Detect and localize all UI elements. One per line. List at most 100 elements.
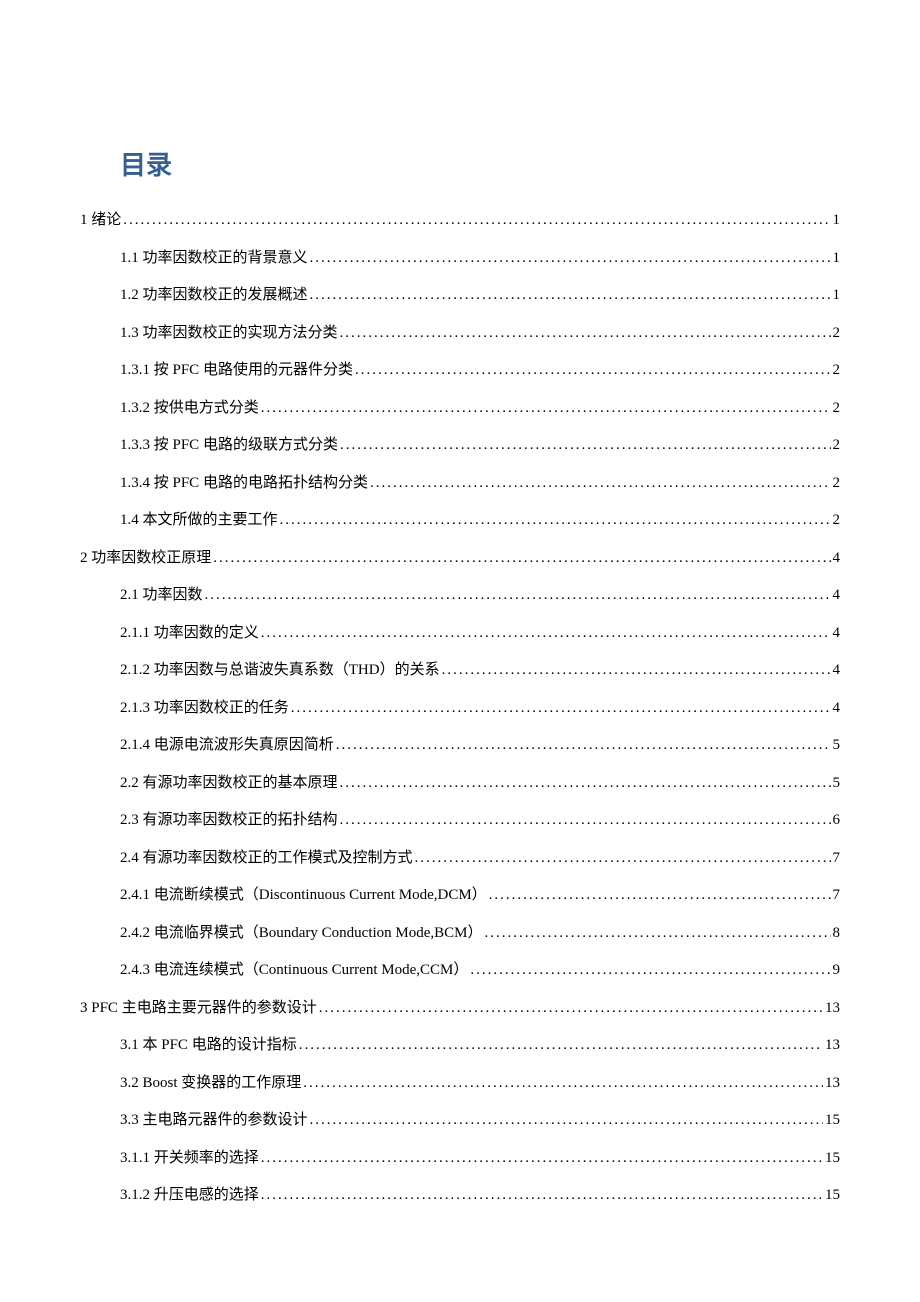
toc-entry[interactable]: 1.3.1 按 PFC 电路使用的元器件分类 2 xyxy=(80,360,840,381)
toc-list: 1 绪论 1 1.1 功率因数校正的背景意义 1 1.2 功率因数校正的发展概述 1 1.3… xyxy=(80,210,840,1206)
toc-entry[interactable]: 3.1.2 升压电感的选择 15 xyxy=(80,1185,840,1206)
toc-entry[interactable]: 2.4.1 电流断续模式（Discontinuous Current Mode,… xyxy=(80,885,840,906)
toc-leader-dots xyxy=(123,210,830,231)
toc-entry-page: 1 xyxy=(833,248,841,269)
toc-entry-text: 3.1 本 PFC 电路的设计指标 xyxy=(120,1035,297,1056)
toc-entry-page: 7 xyxy=(833,885,841,906)
toc-entry-text: 3.1.1 开关频率的选择 xyxy=(120,1148,259,1169)
toc-leader-dots xyxy=(470,960,830,981)
toc-entry-text: 2.1.4 电源电流波形失真原因简析 xyxy=(120,735,334,756)
toc-entry-page: 4 xyxy=(833,623,841,644)
toc-entry-page: 2 xyxy=(833,473,841,494)
toc-leader-dots xyxy=(370,473,831,494)
toc-entry-page: 1 xyxy=(833,285,841,306)
toc-entry-text: 1.3.2 按供电方式分类 xyxy=(120,398,259,419)
toc-leader-dots xyxy=(299,1035,823,1056)
toc-entry-page: 15 xyxy=(825,1110,840,1131)
toc-entry-page: 15 xyxy=(825,1148,840,1169)
toc-entry[interactable]: 2 功率因数校正原理4 xyxy=(80,548,840,569)
toc-entry[interactable]: 2.1.1 功率因数的定义 4 xyxy=(80,623,840,644)
toc-entry[interactable]: 2.1 功率因数 4 xyxy=(80,585,840,606)
toc-leader-dots xyxy=(291,698,831,719)
toc-leader-dots xyxy=(310,1110,823,1131)
toc-entry-page: 4 xyxy=(833,548,841,569)
toc-entry-text: 2.1 功率因数 xyxy=(120,585,203,606)
toc-leader-dots xyxy=(355,360,831,381)
toc-leader-dots xyxy=(310,285,831,306)
toc-entry[interactable]: 1.1 功率因数校正的背景意义 1 xyxy=(80,248,840,269)
toc-leader-dots xyxy=(340,773,831,794)
toc-leader-dots xyxy=(261,1185,823,1206)
toc-entry[interactable]: 3.3 主电路元器件的参数设计 15 xyxy=(80,1110,840,1131)
toc-leader-dots xyxy=(303,1073,823,1094)
toc-leader-dots xyxy=(340,435,831,456)
toc-entry-page: 13 xyxy=(825,1073,840,1094)
toc-entry-text: 1.1 功率因数校正的背景意义 xyxy=(120,248,308,269)
toc-entry-page: 8 xyxy=(833,923,841,944)
toc-entry[interactable]: 3.1.1 开关频率的选择 15 xyxy=(80,1148,840,1169)
toc-entry-page: 1 xyxy=(833,210,841,231)
toc-entry-text: 1.2 功率因数校正的发展概述 xyxy=(120,285,308,306)
toc-entry-text: 1.3.1 按 PFC 电路使用的元器件分类 xyxy=(120,360,353,381)
toc-entry-text: 1.3.3 按 PFC 电路的级联方式分类 xyxy=(120,435,338,456)
toc-entry-page: 15 xyxy=(825,1185,840,1206)
toc-entry-page: 2 xyxy=(833,360,841,381)
toc-entry-text: 2.3 有源功率因数校正的拓扑结构 xyxy=(120,810,338,831)
toc-entry-text: 1.4 本文所做的主要工作 xyxy=(120,510,278,531)
toc-entry[interactable]: 2.2 有源功率因数校正的基本原理 5 xyxy=(80,773,840,794)
toc-entry-text: 1.3.4 按 PFC 电路的电路拓扑结构分类 xyxy=(120,473,368,494)
toc-leader-dots xyxy=(489,885,831,906)
toc-leader-dots xyxy=(485,923,831,944)
toc-entry-text: 2.4 有源功率因数校正的工作模式及控制方式 xyxy=(120,848,413,869)
toc-entry-text: 3.1.2 升压电感的选择 xyxy=(120,1185,259,1206)
toc-entry[interactable]: 1.3.3 按 PFC 电路的级联方式分类 2 xyxy=(80,435,840,456)
toc-leader-dots xyxy=(319,998,823,1019)
toc-entry[interactable]: 1.2 功率因数校正的发展概述 1 xyxy=(80,285,840,306)
toc-entry[interactable]: 2.1.2 功率因数与总谐波失真系数（THD）的关系4 xyxy=(80,660,840,681)
toc-leader-dots xyxy=(261,1148,823,1169)
toc-entry-page: 13 xyxy=(825,1035,840,1056)
toc-entry-text: 2.4.3 电流连续模式（Continuous Current Mode,CCM… xyxy=(120,960,468,981)
toc-entry-text: 3.3 主电路元器件的参数设计 xyxy=(120,1110,308,1131)
toc-entry-text: 2.2 有源功率因数校正的基本原理 xyxy=(120,773,338,794)
toc-entry-page: 2 xyxy=(833,435,841,456)
toc-entry[interactable]: 2.4.2 电流临界模式（Boundary Conduction Mode,BC… xyxy=(80,923,840,944)
toc-leader-dots xyxy=(340,810,831,831)
toc-leader-dots xyxy=(415,848,831,869)
toc-leader-dots xyxy=(340,323,831,344)
toc-entry-page: 2 xyxy=(833,323,841,344)
toc-entry[interactable]: 3 PFC 主电路主要元器件的参数设计 13 xyxy=(80,998,840,1019)
toc-heading: 目录 xyxy=(120,145,840,182)
toc-entry-page: 4 xyxy=(833,585,841,606)
toc-entry[interactable]: 3.1 本 PFC 电路的设计指标 13 xyxy=(80,1035,840,1056)
toc-entry-page: 5 xyxy=(833,735,841,756)
toc-entry-page: 4 xyxy=(833,698,841,719)
toc-entry-page: 13 xyxy=(825,998,840,1019)
toc-entry[interactable]: 1.4 本文所做的主要工作 2 xyxy=(80,510,840,531)
toc-entry-text: 1.3 功率因数校正的实现方法分类 xyxy=(120,323,338,344)
toc-entry[interactable]: 1.3 功率因数校正的实现方法分类 2 xyxy=(80,323,840,344)
toc-entry[interactable]: 2.4.3 电流连续模式（Continuous Current Mode,CCM… xyxy=(80,960,840,981)
toc-entry[interactable]: 2.1.4 电源电流波形失真原因简析 5 xyxy=(80,735,840,756)
toc-leader-dots xyxy=(213,548,830,569)
toc-leader-dots xyxy=(310,248,831,269)
toc-entry[interactable]: 2.4 有源功率因数校正的工作模式及控制方式7 xyxy=(80,848,840,869)
toc-entry[interactable]: 3.2 Boost 变换器的工作原理13 xyxy=(80,1073,840,1094)
toc-entry-page: 2 xyxy=(833,510,841,531)
toc-entry-text: 2.1.1 功率因数的定义 xyxy=(120,623,259,644)
toc-entry-text: 3 PFC 主电路主要元器件的参数设计 xyxy=(80,998,317,1019)
toc-entry[interactable]: 1.3.2 按供电方式分类 2 xyxy=(80,398,840,419)
toc-entry-text: 2.4.2 电流临界模式（Boundary Conduction Mode,BC… xyxy=(120,923,483,944)
toc-entry[interactable]: 2.1.3 功率因数校正的任务 4 xyxy=(80,698,840,719)
toc-entry-page: 4 xyxy=(833,660,841,681)
toc-entry[interactable]: 1.3.4 按 PFC 电路的电路拓扑结构分类 2 xyxy=(80,473,840,494)
toc-entry-page: 6 xyxy=(833,810,841,831)
toc-entry-page: 2 xyxy=(833,398,841,419)
toc-leader-dots xyxy=(205,585,831,606)
toc-entry-page: 5 xyxy=(833,773,841,794)
toc-entry[interactable]: 1 绪论 1 xyxy=(80,210,840,231)
toc-entry-text: 2.1.3 功率因数校正的任务 xyxy=(120,698,289,719)
toc-entry-text: 1 绪论 xyxy=(80,210,121,231)
toc-entry[interactable]: 2.3 有源功率因数校正的拓扑结构 6 xyxy=(80,810,840,831)
toc-leader-dots xyxy=(336,735,831,756)
